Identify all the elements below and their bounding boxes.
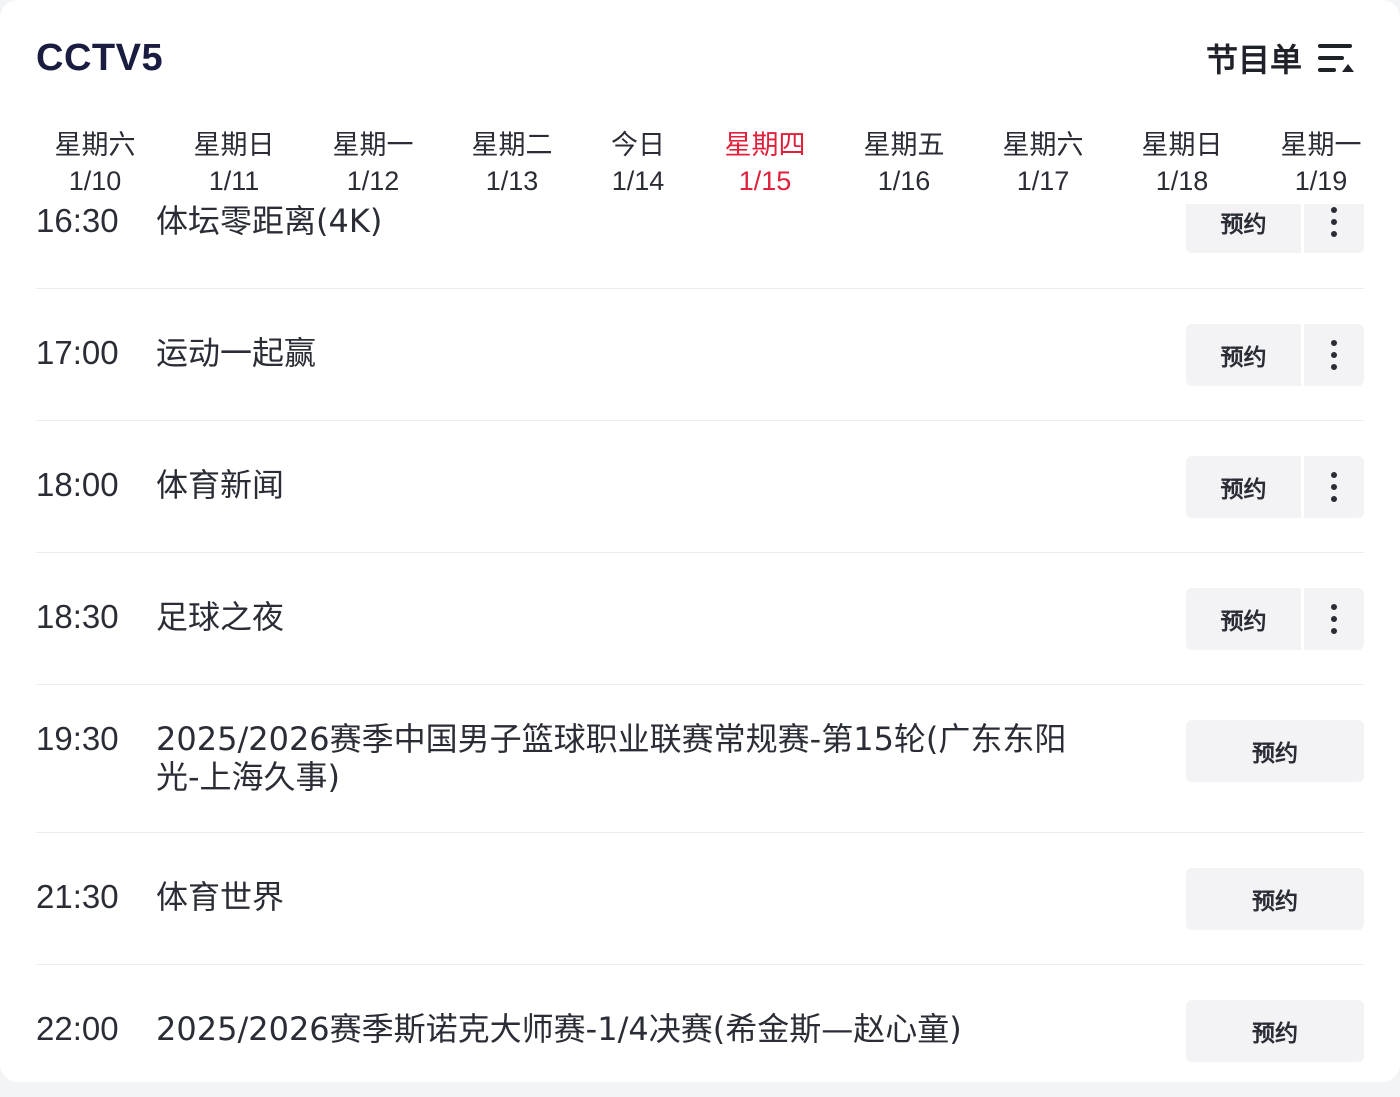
program-actions: 预约 [1186,324,1364,386]
row-divider [36,964,1364,965]
reserve-button[interactable]: 预约 [1186,324,1301,386]
program-time: 18:00 [36,466,119,503]
program-title: 体育新闻 [156,466,285,504]
program-actions: 预约 [1186,588,1364,650]
program-title: 2025/2026赛季斯诺克大师赛-1/4决赛(希金斯—赵心童) [156,1010,962,1048]
channel-title: CCTV5 [36,36,164,79]
program-title: 足球之夜 [156,598,285,636]
reserve-button[interactable]: 预约 [1186,868,1364,930]
reserve-button[interactable]: 预约 [1186,1000,1364,1062]
date-tab-date: 1/19 [1294,166,1348,196]
schedule-card: CCTV5 节目单 16:30 体坛零距离(4K) 预约 17:00 运动一起赢 预约 18… [0,0,1400,1082]
program-list-button[interactable]: 节目单 [1206,35,1356,81]
date-tab-date: 1/16 [877,166,931,196]
program-time: 22:00 [36,1010,119,1047]
vertical-dots-icon [1331,472,1337,502]
program-actions: 预约 [1186,720,1364,782]
vertical-dots-icon [1331,604,1337,634]
date-tab-date: 1/13 [485,166,539,196]
date-selector: 星期六 1/10 星期日 1/11 星期一 1/12 星期二 1/13 今日 1/14 星期四 1/1… [0,128,1400,204]
date-tab-date: 1/10 [68,166,122,196]
date-tab-date: 1/15 [738,166,792,196]
date-tab-date: 1/17 [1016,166,1070,196]
date-tab-weekday: 星期一 [332,130,414,161]
row-divider [36,552,1364,553]
vertical-dots-icon [1331,340,1337,370]
program-title: 体育世界 [156,878,285,916]
reserve-button[interactable]: 预约 [1186,456,1301,518]
program-time: 21:30 [36,878,119,915]
date-tab-5[interactable]: 星期四 1/15 [705,128,825,198]
date-tab-9[interactable]: 星期一 1/19 [1261,128,1381,198]
program-actions: 预约 [1186,1000,1364,1062]
more-options-button[interactable] [1304,588,1364,650]
program-time: 16:30 [36,202,119,239]
date-tab-4[interactable]: 今日 1/14 [578,128,698,198]
program-title: 2025/2026赛季中国男子篮球职业联赛常规赛-第15轮(广东东阳光-上海久事… [156,720,1067,796]
program-list-label: 节目单 [1205,41,1302,79]
date-tab-weekday: 星期一 [1280,130,1362,161]
date-tab-date: 1/18 [1155,166,1209,196]
date-tab-weekday: 星期四 [724,130,806,161]
date-tab-weekday: 星期六 [1002,130,1084,161]
date-tab-7[interactable]: 星期六 1/17 [983,128,1103,198]
date-tab-weekday: 星期日 [193,130,275,161]
program-actions: 预约 [1186,456,1364,518]
date-tab-weekday: 星期六 [54,130,136,161]
program-time: 17:00 [36,334,119,371]
date-tab-weekday: 星期五 [863,130,945,161]
program-title: 运动一起赢 [156,334,317,372]
more-options-button[interactable] [1304,456,1364,518]
row-divider [36,420,1364,421]
date-tab-weekday: 星期二 [471,130,553,161]
date-tab-6[interactable]: 星期五 1/16 [844,128,964,198]
vertical-dots-icon [1331,207,1337,237]
row-divider [36,684,1364,685]
list-sort-icon [1318,44,1354,72]
row-divider [36,832,1364,833]
program-time: 18:30 [36,598,119,635]
date-tab-8[interactable]: 星期日 1/18 [1122,128,1242,198]
date-tab-date: 1/14 [611,166,665,196]
date-tab-weekday: 今日 [611,130,665,161]
date-tab-0[interactable]: 星期六 1/10 [35,128,155,198]
reserve-button[interactable]: 预约 [1186,720,1364,782]
reserve-button[interactable]: 预约 [1186,588,1301,650]
header: CCTV5 节目单 [36,30,1356,86]
date-tab-2[interactable]: 星期一 1/12 [313,128,433,198]
date-tab-date: 1/11 [208,166,260,196]
date-tab-1[interactable]: 星期日 1/11 [174,128,294,198]
date-tab-date: 1/12 [346,166,400,196]
date-tab-weekday: 星期日 [1141,130,1223,161]
row-divider [36,288,1364,289]
program-title: 体坛零距离(4K) [156,202,383,240]
more-options-button[interactable] [1304,324,1364,386]
program-time: 19:30 [36,720,119,757]
date-tab-3[interactable]: 星期二 1/13 [452,128,572,198]
program-actions: 预约 [1186,868,1364,930]
